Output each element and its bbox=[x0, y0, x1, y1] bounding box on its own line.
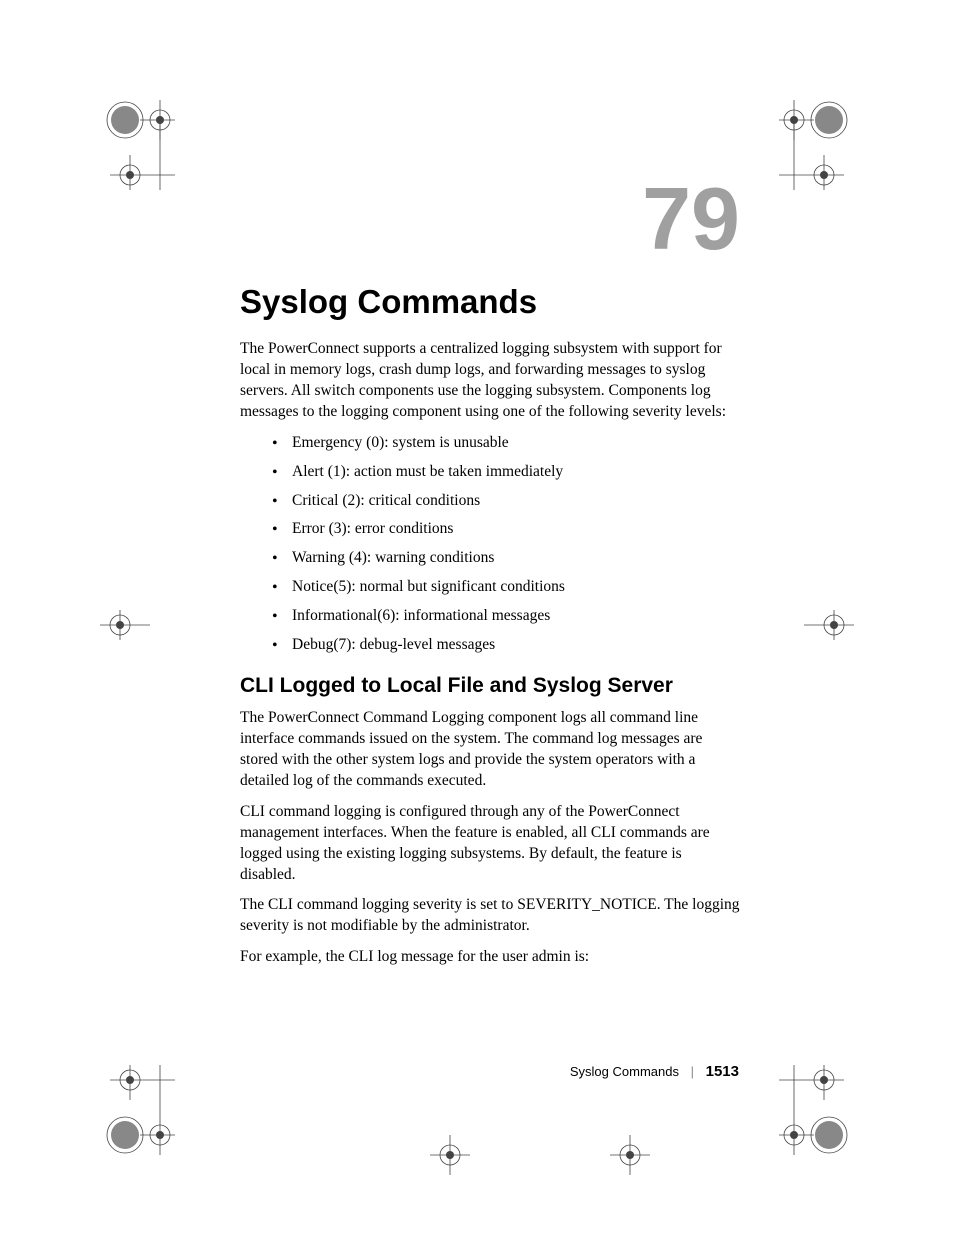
section-paragraph: CLI command logging is configured throug… bbox=[240, 802, 740, 886]
section-paragraph: The CLI command logging severity is set … bbox=[240, 895, 740, 937]
list-item: Emergency (0): system is unusable bbox=[272, 433, 740, 454]
list-item: Informational(6): informational messages bbox=[272, 606, 740, 627]
list-item: Debug(7): debug-level messages bbox=[272, 635, 740, 656]
page-content: 79 Syslog Commands The PowerConnect supp… bbox=[240, 175, 740, 978]
crop-mark-mid-right bbox=[804, 610, 864, 640]
footer-page-number: 1513 bbox=[706, 1063, 739, 1080]
page-footer: Syslog Commands | 1513 bbox=[570, 1063, 739, 1080]
section-paragraph: For example, the CLI log message for the… bbox=[240, 947, 740, 968]
crop-mark-bottom-center-2 bbox=[610, 1135, 650, 1175]
footer-title: Syslog Commands bbox=[570, 1064, 679, 1079]
crop-mark-mid-left bbox=[90, 610, 150, 640]
crop-mark-bottom-right bbox=[779, 1065, 879, 1185]
footer-separator: | bbox=[691, 1064, 694, 1079]
crop-mark-top-right bbox=[779, 70, 879, 190]
chapter-number: 79 bbox=[240, 175, 740, 263]
section-heading: CLI Logged to Local File and Syslog Serv… bbox=[240, 674, 740, 698]
crop-mark-bottom-left bbox=[75, 1065, 175, 1185]
crop-mark-bottom-center-1 bbox=[430, 1135, 470, 1175]
list-item: Error (3): error conditions bbox=[272, 519, 740, 540]
list-item: Warning (4): warning conditions bbox=[272, 548, 740, 569]
list-item: Critical (2): critical conditions bbox=[272, 491, 740, 512]
list-item: Notice(5): normal but significant condit… bbox=[272, 577, 740, 598]
list-item: Alert (1): action must be taken immediat… bbox=[272, 462, 740, 483]
crop-mark-top-left bbox=[75, 70, 175, 190]
severity-list: Emergency (0): system is unusable Alert … bbox=[272, 433, 740, 656]
section-paragraph: The PowerConnect Command Logging compone… bbox=[240, 708, 740, 792]
intro-paragraph: The PowerConnect supports a centralized … bbox=[240, 339, 740, 423]
chapter-title: Syslog Commands bbox=[240, 283, 740, 321]
